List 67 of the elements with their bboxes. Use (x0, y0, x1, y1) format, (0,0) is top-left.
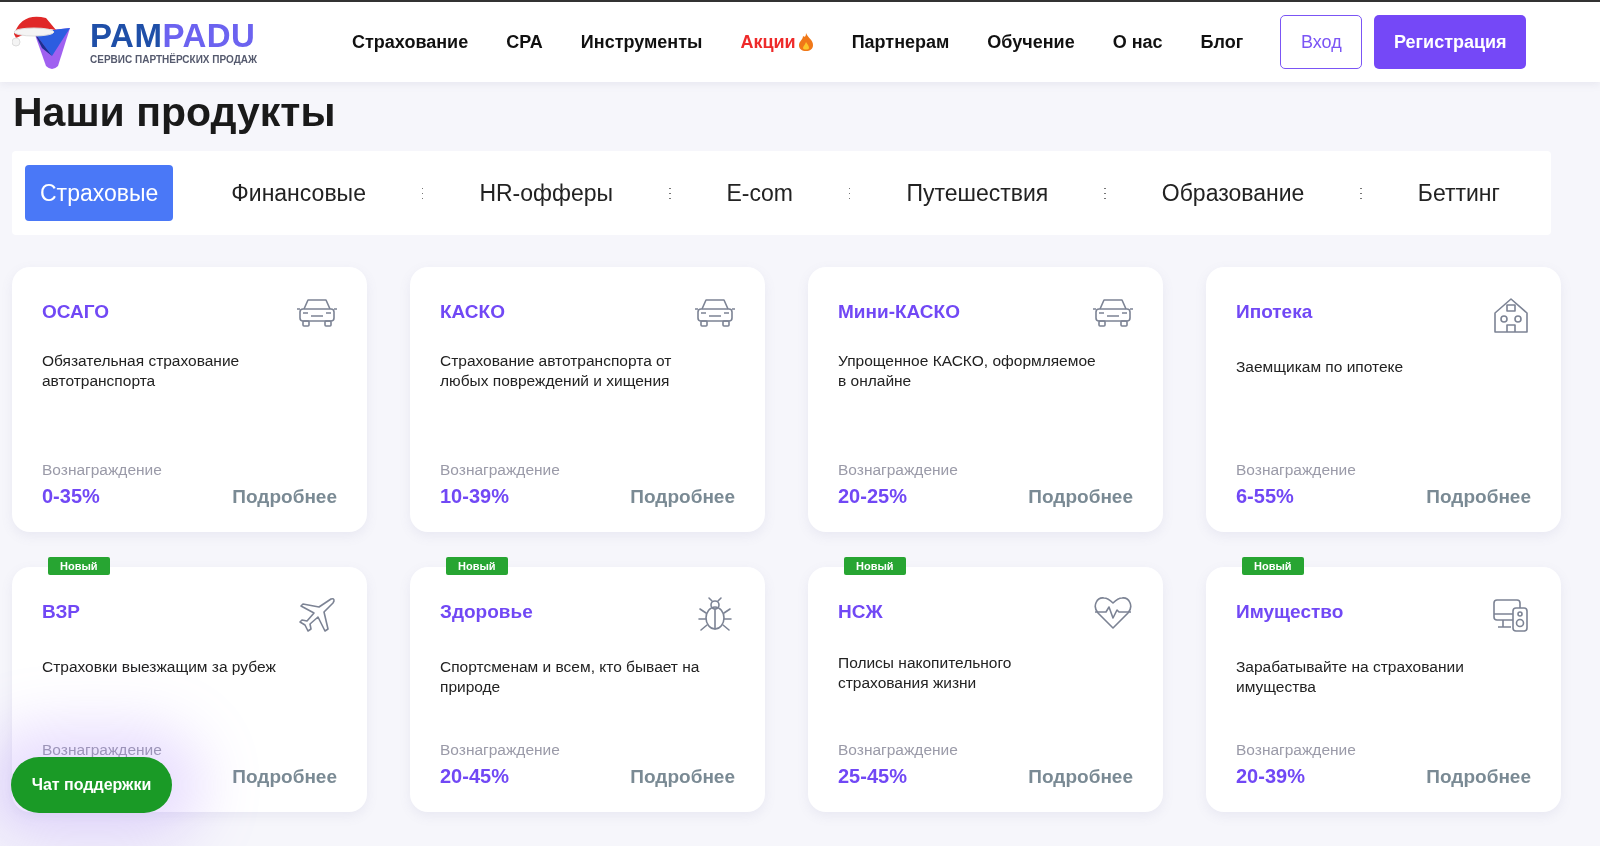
product-title[interactable]: Имущество (1236, 601, 1344, 624)
details-link[interactable]: Подробнее (1028, 766, 1133, 789)
product-description: Упрощенное КАСКО, оформляемое в онлайне (838, 351, 1097, 392)
reward-value: 25-45% (838, 765, 908, 789)
nav-link[interactable]: Партнерам (851, 31, 950, 53)
reward-value: 20-45% (440, 765, 510, 789)
nav-link[interactable]: Акции (740, 31, 814, 53)
product-description: Страховки выезжащим за рубеж (42, 657, 277, 678)
nav-link[interactable]: Страхование (352, 31, 469, 53)
category-tab[interactable]: Беттинг (1379, 165, 1538, 222)
reward-label: Вознаграждение (42, 741, 162, 760)
reward-label: Вознаграждение (838, 461, 958, 480)
details-link[interactable]: Подробнее (1426, 486, 1531, 509)
reward-label: Вознаграждение (1236, 741, 1356, 760)
product-title[interactable]: ОСАГО (42, 301, 110, 324)
category-tab[interactable]: Образование (1123, 165, 1343, 222)
reward-label: Вознаграждение (838, 741, 958, 760)
nav-link[interactable]: Обучение (987, 31, 1075, 53)
house-icon (1491, 295, 1531, 336)
nav-link[interactable]: Блог (1200, 31, 1244, 53)
details-link[interactable]: Подробнее (630, 486, 735, 509)
nav-link[interactable]: CPA (506, 31, 543, 53)
category-tab[interactable]: Путешествия (868, 165, 1087, 222)
reward-value: 20-25% (838, 485, 908, 509)
product-title[interactable]: НСЖ (838, 601, 883, 624)
category-tab[interactable]: HR-офферы (441, 165, 652, 222)
category-tab[interactable]: Страховые (25, 165, 174, 222)
login-button[interactable]: Вход (1280, 15, 1362, 69)
product-title[interactable]: Мини-КАСКО (838, 301, 960, 324)
new-badge: Новый (1242, 557, 1304, 576)
reward-value: 0-35% (42, 485, 101, 509)
fire-icon (797, 32, 814, 52)
category-tab[interactable]: E-com (688, 165, 831, 222)
page-title: Наши продукты (13, 88, 337, 137)
product-description: Спортсменам и всем, кто бывает на природе (440, 657, 700, 698)
nav-link[interactable]: Инструменты (580, 31, 703, 53)
logo-tagline: СЕРВИС ПАРТНЁРСКИХ ПРОДАЖ (90, 54, 258, 65)
reward-value: 20-39% (1236, 765, 1306, 789)
reward-label: Вознаграждение (1236, 461, 1356, 480)
logo-name: PAMPADU (90, 19, 257, 52)
heart-pulse-icon (1093, 595, 1133, 632)
details-link[interactable]: Подробнее (232, 486, 337, 509)
support-chat-button[interactable]: Чат поддержки (11, 757, 172, 813)
reward-value: 10-39% (440, 485, 510, 509)
product-title[interactable]: Здоровье (440, 601, 533, 624)
product-title[interactable]: Ипотека (1236, 301, 1313, 324)
product-description: Заемщикам по ипотеке (1236, 357, 1405, 378)
new-badge: Новый (844, 557, 906, 576)
product-title[interactable]: КАСКО (440, 301, 505, 324)
nav-link[interactable]: О нас (1112, 31, 1163, 53)
category-tab[interactable]: Финансовые (193, 165, 404, 222)
product-description: Полисы накопительного страхования жизни (838, 653, 1013, 694)
new-badge: Новый (48, 557, 110, 576)
reward-value: 6-55% (1236, 485, 1295, 509)
product-description: Обязательная страхование автотранспорта (42, 351, 241, 392)
product-description: Страхование автотранспорта от любых повреждений и хищения (440, 351, 673, 392)
details-link[interactable]: Подробнее (1426, 766, 1531, 789)
details-link[interactable]: Подробнее (1028, 486, 1133, 509)
reward-label: Вознаграждение (440, 461, 560, 480)
new-badge: Новый (446, 557, 508, 576)
reward-label: Вознаграждение (440, 741, 560, 760)
reward-label: Вознаграждение (42, 461, 162, 480)
details-link[interactable]: Подробнее (232, 766, 337, 789)
register-button[interactable]: Регистрация (1374, 15, 1526, 69)
details-link[interactable]: Подробнее (630, 766, 735, 789)
product-title[interactable]: ВЗР (42, 601, 81, 624)
product-description: Зарабатывайте на страховании имущества (1236, 657, 1465, 698)
